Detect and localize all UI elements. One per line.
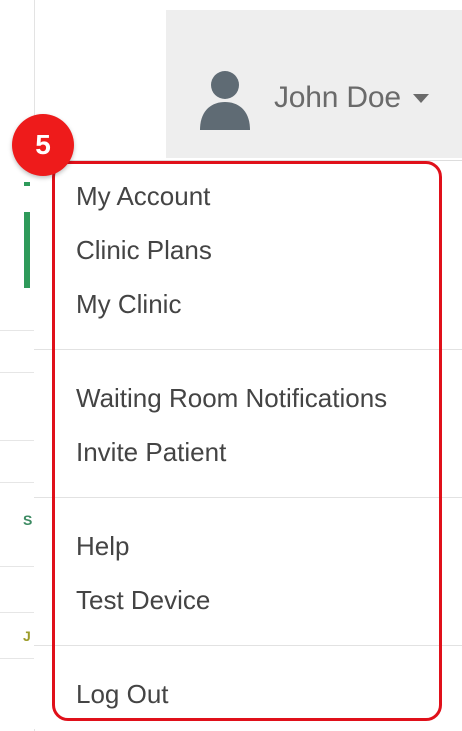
menu-item-waiting-room-notifications[interactable]: Waiting Room Notifications [76,381,387,415]
menu-divider [34,497,462,498]
background-text: S [23,512,33,528]
step-number-badge: 5 [12,114,74,176]
background-page [0,0,35,731]
row-divider [0,566,34,567]
user-menu-button[interactable]: John Doe [194,66,429,130]
menu-item-clinic-plans[interactable]: Clinic Plans [76,233,212,267]
user-name: John Doe [274,81,401,114]
user-dropdown-menu: My Account Clinic Plans My Clinic Waitin… [34,160,462,729]
menu-divider [34,645,462,646]
user-avatar-icon [194,66,256,130]
menu-item-test-device[interactable]: Test Device [76,583,210,617]
menu-divider [34,349,462,350]
background-text: J [23,628,31,644]
menu-item-my-clinic[interactable]: My Clinic [76,287,181,321]
row-divider [0,482,34,483]
row-divider [0,372,34,373]
status-indicator [24,182,30,186]
row-divider [0,440,34,441]
menu-item-log-out[interactable]: Log Out [76,677,169,711]
status-indicator-bar [24,212,30,288]
caret-down-icon [412,93,429,103]
row-divider [0,612,34,613]
menu-item-help[interactable]: Help [76,529,129,563]
menu-item-my-account[interactable]: My Account [76,179,210,213]
menu-item-invite-patient[interactable]: Invite Patient [76,435,226,469]
row-divider [0,658,34,659]
row-divider [0,330,34,331]
